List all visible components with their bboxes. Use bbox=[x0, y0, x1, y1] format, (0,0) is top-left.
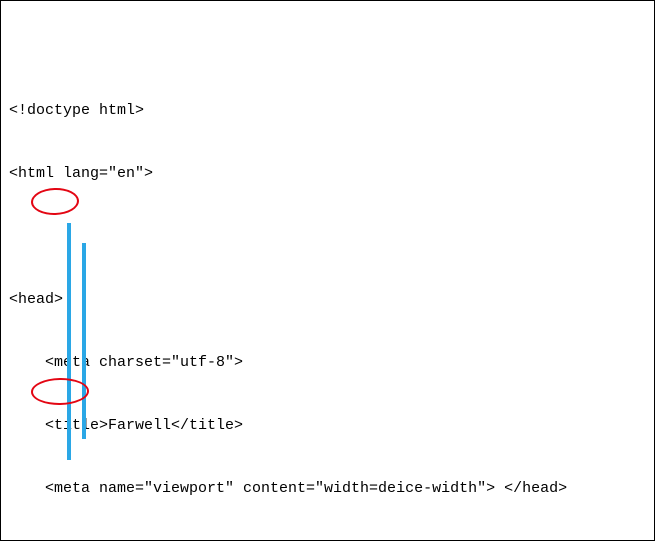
code-line: <meta charset="utf-8"> bbox=[9, 352, 646, 373]
code-canvas: <!doctype html> <html lang="en"> <head> … bbox=[9, 58, 646, 541]
code-editor[interactable]: <!doctype html> <html lang="en"> <head> … bbox=[0, 0, 655, 541]
code-line: <html lang="en"> bbox=[9, 163, 646, 184]
indent-guide-body bbox=[67, 223, 71, 460]
code-line: <title>Farwell</title> bbox=[9, 415, 646, 436]
indent-guide-ol bbox=[82, 243, 86, 439]
code-line: <!doctype html> bbox=[9, 100, 646, 121]
code-line: <meta name="viewport" content="width=dei… bbox=[9, 478, 646, 499]
code-line bbox=[9, 226, 646, 247]
code-line: <head> bbox=[9, 289, 646, 310]
